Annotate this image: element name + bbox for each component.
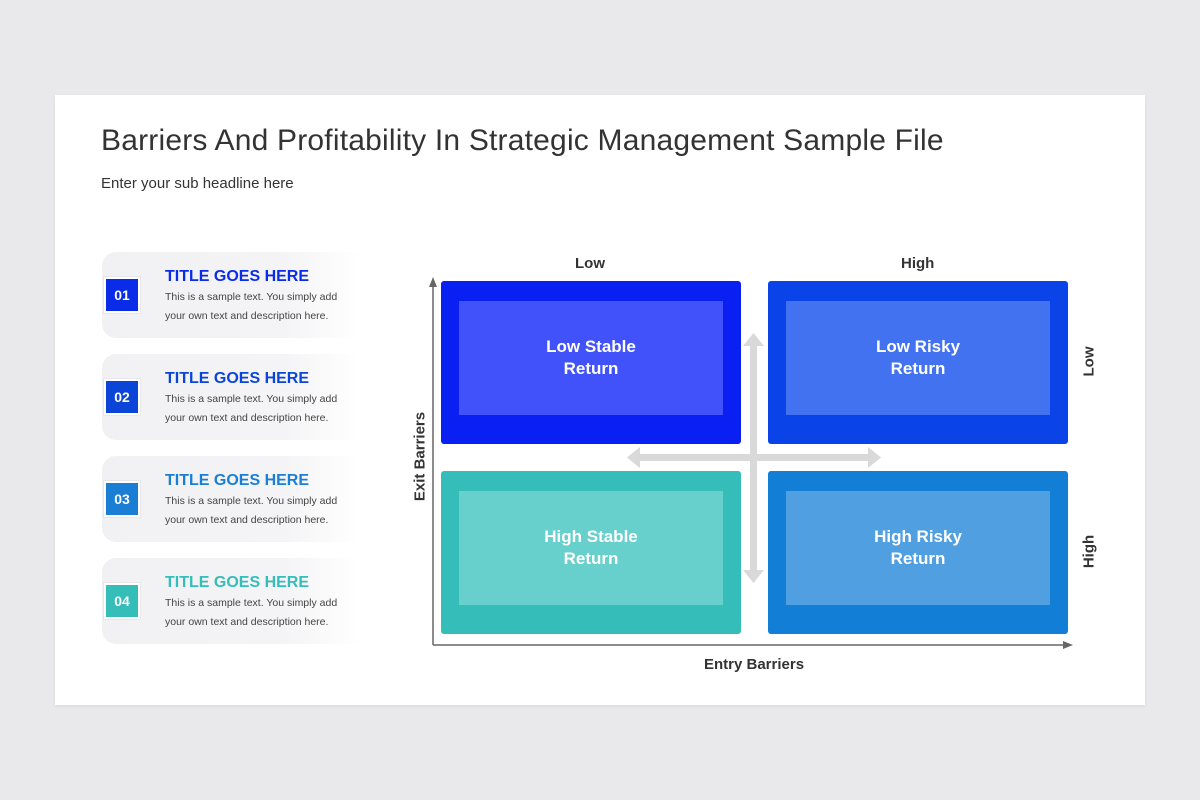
arrow-up-head xyxy=(743,333,764,346)
arrow-down-head xyxy=(743,570,764,583)
arrow-right-head xyxy=(868,447,881,468)
arrow-left-head xyxy=(627,447,640,468)
horizontal-arrow-shaft xyxy=(640,454,868,461)
cross-arrows-icon xyxy=(627,333,881,583)
